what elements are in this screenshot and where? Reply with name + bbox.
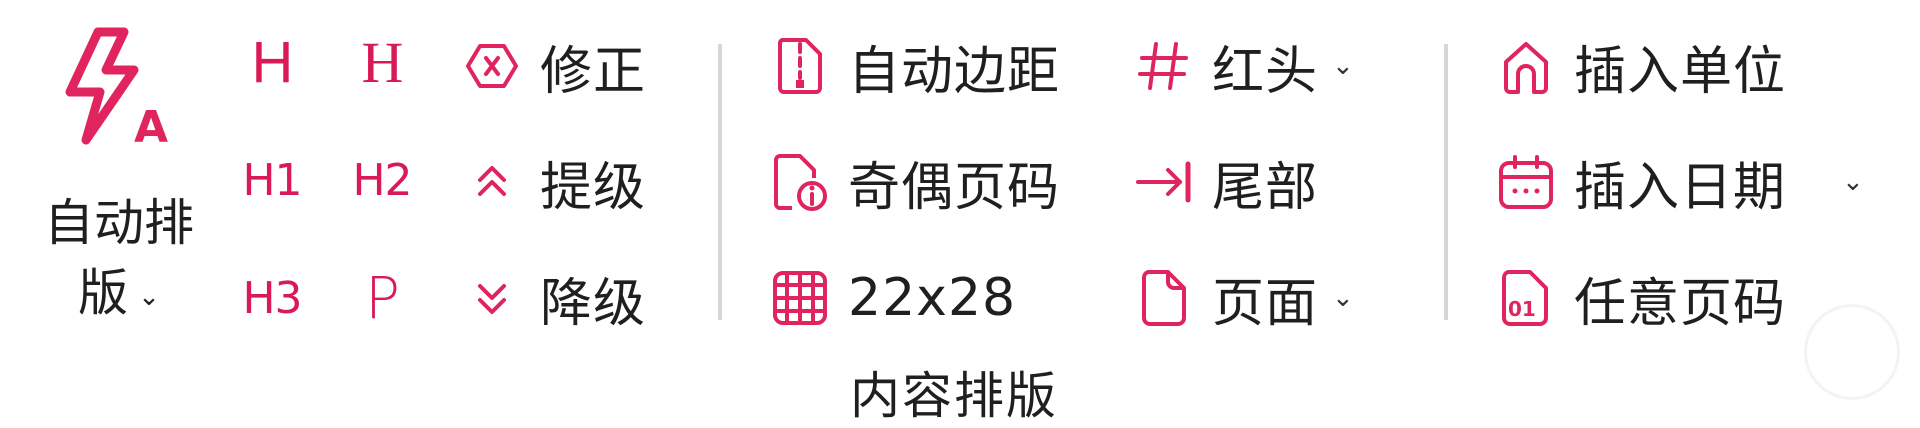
red-header-button[interactable]: 红头 ⌄ [1134,26,1354,106]
hash-icon [1134,36,1194,96]
chevron-down-icon: ⌄ [138,281,160,312]
demote-button[interactable]: 降级 [462,258,646,338]
promote-button[interactable]: 提级 [462,142,646,222]
auto-margin-button[interactable]: 自动边距 [770,26,1060,106]
close-hex-icon [462,36,522,96]
any-page-number-button[interactable]: 01 任意页码 [1496,258,1786,338]
separator [718,44,722,320]
double-chevron-down-icon [462,268,522,328]
odd-even-page-button[interactable]: 奇偶页码 [770,142,1060,222]
double-chevron-up-icon [462,152,522,212]
group-label-content-layout: 内容排版 [850,367,1058,425]
fix-button[interactable]: 修正 [462,26,646,106]
insert-date-button[interactable]: 插入日期 ⌄ [1496,142,1864,222]
document-margin-icon [770,36,830,96]
page-icon [1134,268,1194,328]
document-info-icon [770,152,830,212]
heading-h1-button[interactable]: H1 [232,140,312,220]
chevron-down-icon: ⌄ [1842,167,1864,197]
watermark-circle [1804,304,1900,400]
heading-h-outline-button[interactable]: H [232,22,312,102]
home-icon [1496,36,1556,96]
tail-button[interactable]: 尾部 [1134,142,1318,222]
page-button[interactable]: 页面 ⌄ [1134,258,1354,338]
heading-h2-button[interactable]: H2 [342,140,422,220]
heading-h-serif-button[interactable]: H [342,22,422,102]
svg-text:A: A [134,102,168,150]
insert-unit-button[interactable]: 插入单位 [1496,26,1786,106]
page-number-icon: 01 [1496,268,1556,328]
separator [1444,44,1448,320]
heading-h3-button[interactable]: H3 [232,258,312,338]
grid-icon [770,268,830,328]
arrow-to-bar-icon [1134,152,1194,212]
chevron-down-icon: ⌄ [1332,283,1354,313]
grid-button[interactable]: 22x28 [770,258,1016,338]
chevron-down-icon: ⌄ [1332,51,1354,81]
bolt-a-icon: A [50,20,180,150]
auto-layout-label: 自动排 版 ⌄ [44,194,194,322]
svg-text:01: 01 [1508,297,1536,321]
paragraph-p-button[interactable]: P [342,258,422,338]
calendar-icon [1496,152,1556,212]
